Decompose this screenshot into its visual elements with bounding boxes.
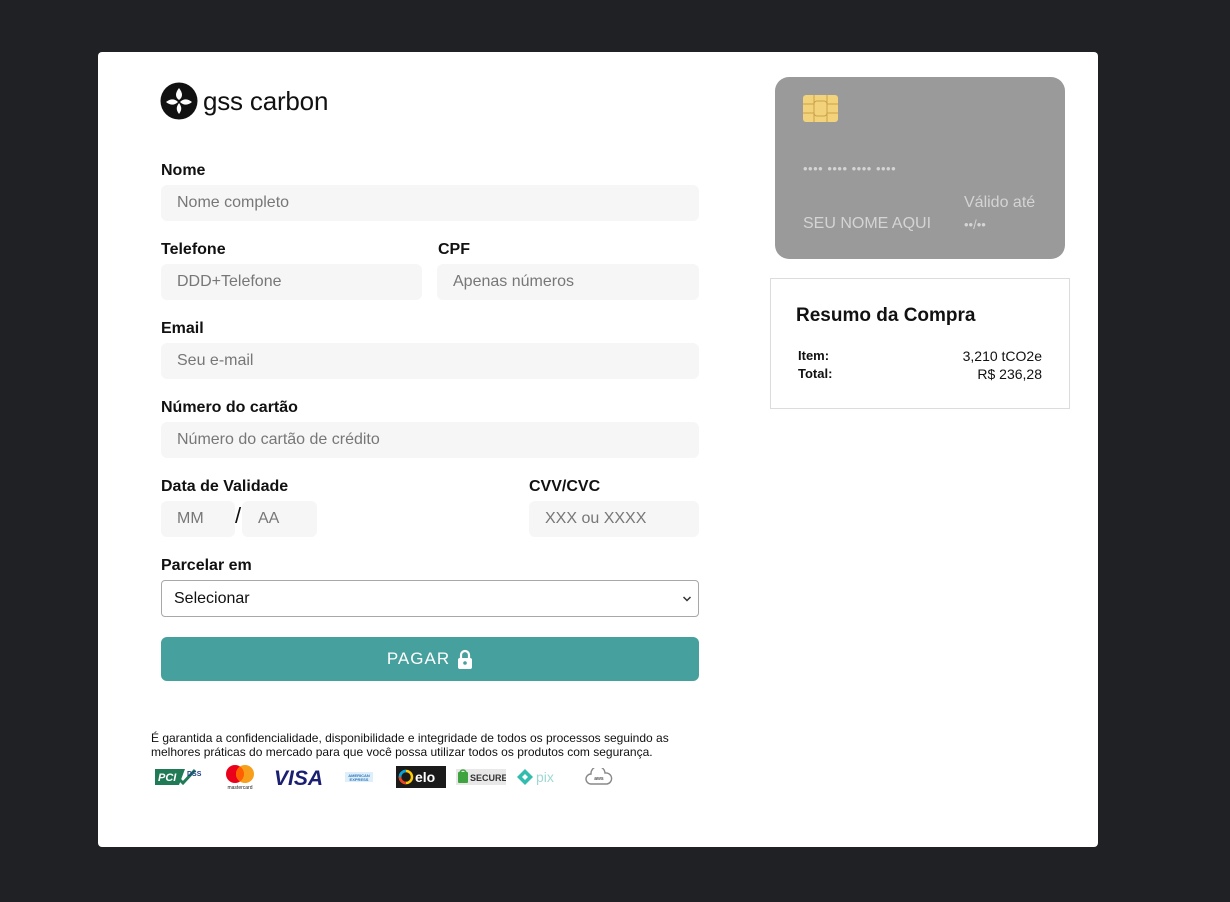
security-note: É garantida a confidencialidade, disponi… bbox=[151, 731, 669, 759]
phone-input[interactable] bbox=[161, 264, 422, 300]
expiry-separator: / bbox=[235, 503, 242, 528]
pay-button[interactable]: PAGAR bbox=[161, 637, 699, 681]
brand-name: gss carbon bbox=[203, 86, 328, 117]
amex-badge: AMERICAN EXPRESS bbox=[345, 770, 373, 784]
secure-icon: SECURE bbox=[456, 769, 506, 785]
checkout-panel: gss carbon Nome Telefone CPF Email Númer… bbox=[98, 52, 1098, 847]
logo-mark-icon bbox=[160, 82, 198, 120]
pay-button-label: PAGAR bbox=[386, 649, 451, 668]
elo-badge: elo bbox=[396, 766, 446, 788]
svg-text:EXPRESS: EXPRESS bbox=[350, 777, 369, 782]
name-label: Nome bbox=[161, 162, 206, 179]
summary-item-row: Item: 3,210 tCO2e bbox=[798, 348, 1042, 364]
summary-total-value: R$ 236,28 bbox=[977, 366, 1042, 382]
aws-cloud-icon: aws bbox=[585, 768, 613, 785]
visa-badge: VISA bbox=[274, 765, 328, 789]
svg-text:aws: aws bbox=[594, 776, 604, 782]
card-preview-holder: SEU NOME AQUI bbox=[803, 215, 932, 232]
visa-icon: VISA bbox=[274, 767, 323, 789]
card-chip-icon bbox=[803, 95, 838, 122]
mastercard-badge: mastercard bbox=[223, 763, 257, 791]
brand-name-part1: gss bbox=[203, 85, 243, 116]
gss-carbon-logo: gss carbon bbox=[160, 82, 328, 120]
expiry-year-input[interactable] bbox=[242, 501, 317, 537]
installments-selected-value: Selecionar bbox=[174, 589, 250, 607]
phone-label: Telefone bbox=[161, 241, 226, 258]
summary-total-label: Total: bbox=[798, 366, 833, 381]
installments-select[interactable]: Selecionar bbox=[161, 580, 699, 617]
cvv-label: CVV/CVC bbox=[529, 478, 601, 495]
elo-icon: elo bbox=[396, 766, 446, 788]
svg-text:VISA: VISA bbox=[274, 767, 323, 789]
expiry-month-input[interactable] bbox=[161, 501, 235, 537]
summary-total-row: Total: R$ 236,28 bbox=[798, 366, 1042, 382]
email-input[interactable] bbox=[161, 343, 699, 379]
card-preview-valid-value: ••/•• bbox=[964, 217, 986, 232]
amex-icon: AMERICAN EXPRESS bbox=[345, 772, 373, 782]
credit-card-preview: •••• •••• •••• •••• SEU NOME AQUI Válido… bbox=[775, 77, 1065, 259]
installments-label: Parcelar em bbox=[161, 557, 252, 574]
card-preview-number: •••• •••• •••• •••• bbox=[803, 161, 897, 176]
chevron-down-icon bbox=[682, 596, 692, 602]
email-label: Email bbox=[161, 320, 204, 337]
svg-text:elo: elo bbox=[415, 769, 435, 785]
svg-text:SECURE: SECURE bbox=[470, 773, 506, 783]
summary-item-label: Item: bbox=[798, 348, 830, 363]
pci-dss-badge: PCI DSS bbox=[155, 767, 207, 787]
brand-name-part2: carbon bbox=[249, 85, 329, 116]
lock-icon bbox=[458, 649, 473, 669]
cpf-input[interactable] bbox=[437, 264, 699, 300]
secure-badge: SECURE bbox=[456, 767, 506, 787]
pix-badge: pix bbox=[516, 768, 568, 786]
svg-text:pix: pix bbox=[536, 769, 554, 785]
name-input[interactable] bbox=[161, 185, 699, 221]
pix-icon: pix bbox=[517, 769, 554, 785]
svg-text:PCI: PCI bbox=[158, 772, 177, 784]
svg-text:mastercard: mastercard bbox=[227, 785, 252, 791]
card-number-label: Número do cartão bbox=[161, 399, 298, 416]
summary-title: Resumo da Compra bbox=[796, 305, 976, 326]
expiry-label: Data de Validade bbox=[161, 478, 289, 495]
mastercard-icon: mastercard bbox=[226, 765, 254, 791]
purchase-summary: Resumo da Compra Item: 3,210 tCO2e Total… bbox=[770, 278, 1070, 409]
summary-item-value: 3,210 tCO2e bbox=[962, 348, 1042, 364]
pci-dss-icon: PCI DSS bbox=[155, 768, 202, 786]
brand-name-gap bbox=[243, 86, 250, 116]
cvv-input[interactable] bbox=[529, 501, 699, 537]
card-number-input[interactable] bbox=[161, 422, 699, 458]
svg-text:DSS: DSS bbox=[187, 771, 202, 778]
card-preview-valid-label: Válido até bbox=[964, 194, 1036, 211]
aws-badge: aws bbox=[585, 768, 613, 786]
cpf-label: CPF bbox=[438, 241, 470, 258]
